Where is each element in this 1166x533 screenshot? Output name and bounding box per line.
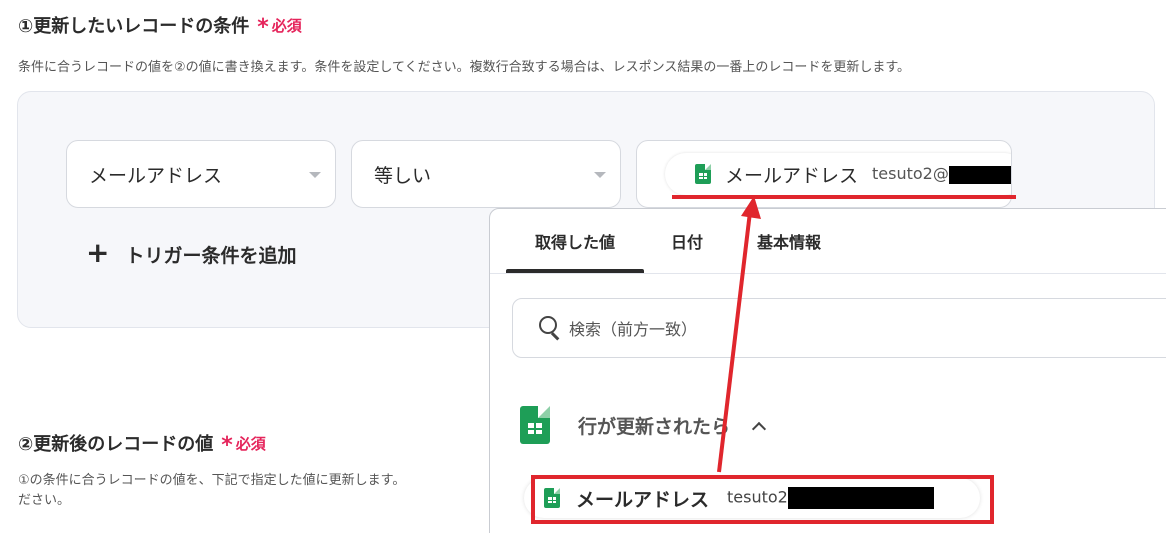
annotation-arrow: [717, 196, 761, 473]
